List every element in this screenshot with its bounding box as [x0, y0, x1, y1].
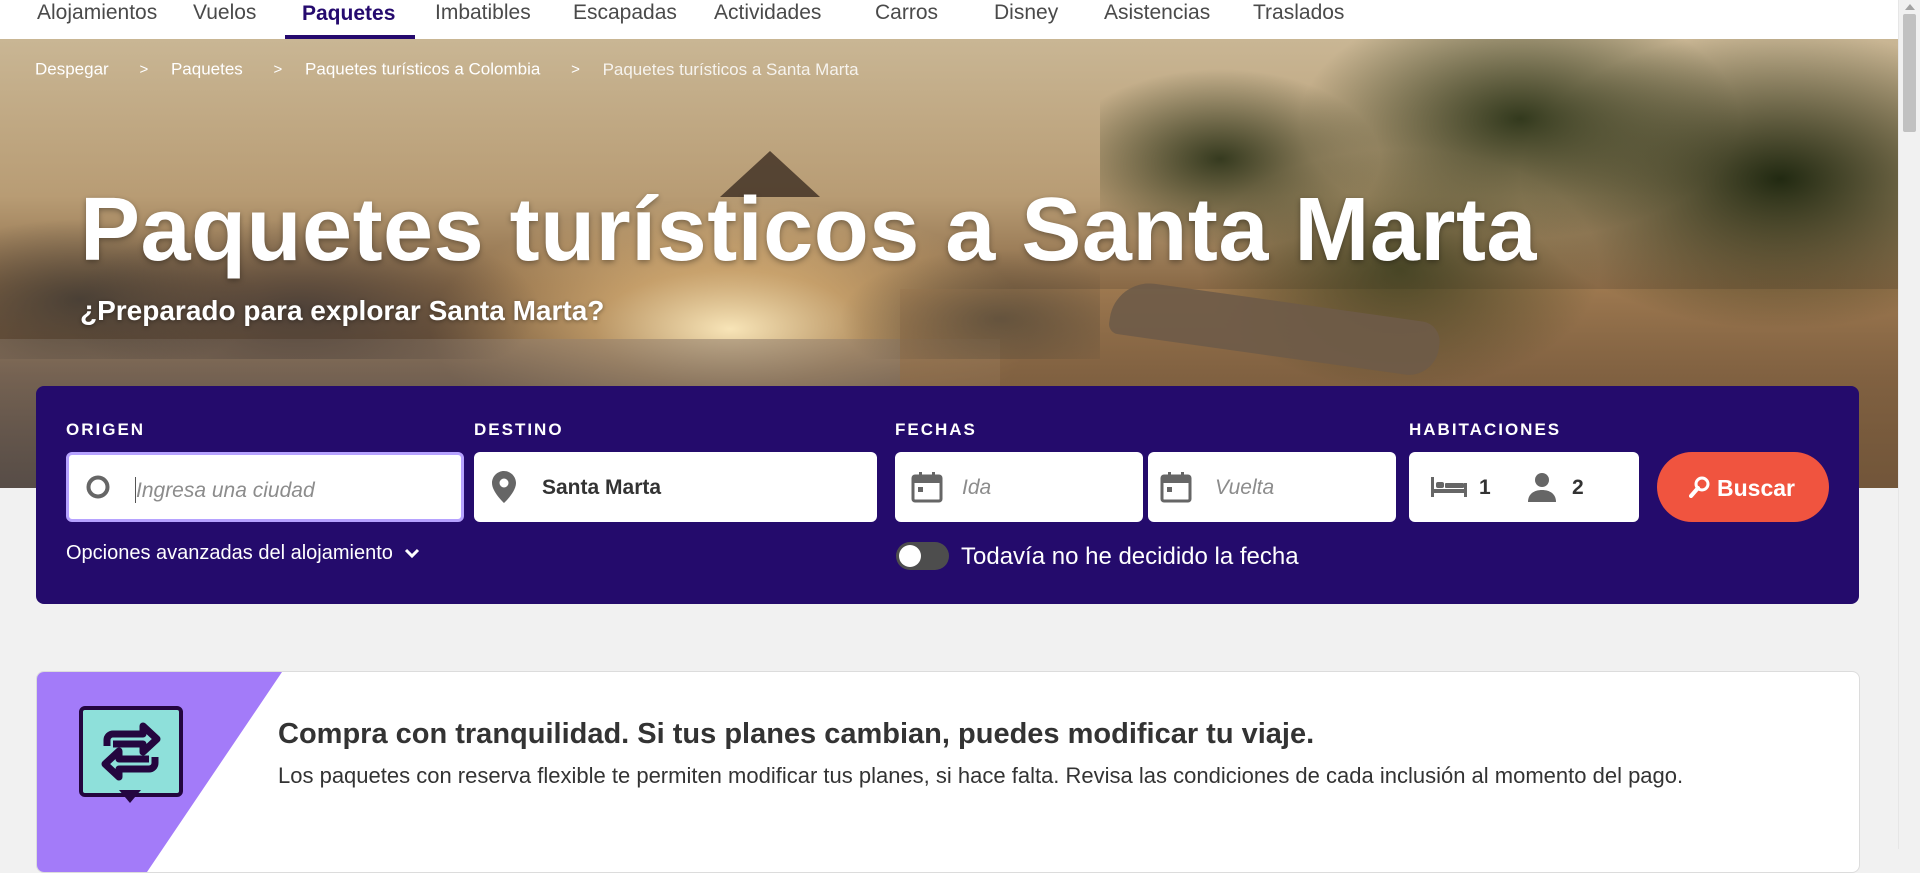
- tab-actividades[interactable]: Actividades: [714, 0, 821, 39]
- swap-arrows-icon: [101, 722, 161, 781]
- page-title: Paquetes turísticos a Santa Marta: [80, 180, 1537, 280]
- breadcrumb-item-despegar[interactable]: Despegar: [35, 60, 109, 79]
- tab-vuelos[interactable]: Vuelos: [193, 0, 256, 39]
- scroll-thumb[interactable]: [1903, 14, 1916, 132]
- tab-imbatibles[interactable]: Imbatibles: [435, 0, 531, 39]
- advanced-options-link[interactable]: Opciones avanzadas del alojamiento: [66, 542, 420, 565]
- person-icon: [1528, 473, 1556, 502]
- breadcrumb-separator-icon: >: [273, 61, 283, 79]
- card-body: Los paquetes con reserva flexible te per…: [278, 763, 1684, 788]
- toggle-knob: [899, 545, 921, 567]
- calendar-icon: [911, 472, 943, 503]
- change-plans-icon: [79, 706, 183, 797]
- tab-traslados[interactable]: Traslados: [1253, 0, 1344, 39]
- top-nav: Alojamientos Vuelos Paquetes Imbatibles …: [0, 0, 1898, 40]
- flexible-booking-card: Compra con tranquilidad. Si tus planes c…: [36, 671, 1860, 873]
- search-button-label: Buscar: [1717, 475, 1795, 501]
- rooms-count: 1: [1479, 476, 1491, 499]
- bed-icon: [1431, 477, 1467, 497]
- undecided-date-label: Todavía no he decidido la fecha: [961, 543, 1299, 570]
- breadcrumb-item-current: Paquetes turísticos a Santa Marta: [602, 59, 859, 79]
- dates-label: FECHAS: [895, 420, 977, 439]
- tab-disney[interactable]: Disney: [994, 0, 1058, 39]
- breadcrumb-item-colombia[interactable]: Paquetes turísticos a Colombia: [305, 60, 540, 79]
- tab-escapadas[interactable]: Escapadas: [573, 0, 677, 39]
- calendar-icon: [1160, 472, 1192, 503]
- tab-alojamientos[interactable]: Alojamientos: [37, 0, 157, 39]
- breadcrumb-separator-icon: >: [139, 61, 149, 79]
- guests-count: 2: [1572, 476, 1584, 499]
- origin-label: ORIGEN: [66, 420, 146, 439]
- tab-carros[interactable]: Carros: [875, 0, 938, 39]
- search-icon: [1689, 476, 1710, 498]
- undecided-date-toggle[interactable]: [896, 542, 949, 570]
- search-button[interactable]: Buscar: [1657, 452, 1829, 522]
- location-pin-icon: [492, 471, 516, 503]
- chevron-down-icon: [405, 548, 420, 558]
- return-date-field[interactable]: Vuelta: [1148, 452, 1396, 522]
- destination-field[interactable]: Santa Marta: [474, 452, 877, 522]
- rooms-label: HABITACIONES: [1409, 420, 1562, 439]
- page-scrollbar[interactable]: [1898, 0, 1920, 849]
- destination-label: DESTINO: [474, 420, 564, 439]
- origin-circle-icon: [86, 475, 110, 499]
- origin-placeholder: Ingresa una ciudad: [136, 479, 315, 502]
- return-placeholder: Vuelta: [1215, 476, 1275, 499]
- breadcrumb: Despegar > Paquetes > Paquetes turístico…: [35, 59, 859, 80]
- advanced-options-label: Opciones avanzadas del alojamiento: [66, 542, 393, 564]
- destination-value: Santa Marta: [542, 476, 662, 499]
- departure-date-field[interactable]: Ida: [895, 452, 1143, 522]
- breadcrumb-item-paquetes[interactable]: Paquetes: [171, 60, 243, 79]
- speech-bubble-tail: [119, 790, 141, 803]
- search-panel: ORIGEN Ingresa una ciudad DESTINO Santa …: [36, 386, 1859, 604]
- breadcrumb-separator-icon: >: [571, 61, 580, 79]
- page-subtitle: ¿Preparado para explorar Santa Marta?: [80, 295, 605, 326]
- origin-field[interactable]: Ingresa una ciudad: [66, 452, 464, 522]
- departure-placeholder: Ida: [962, 476, 992, 499]
- scroll-up-arrow-icon[interactable]: [1905, 4, 1915, 10]
- tab-asistencias[interactable]: Asistencias: [1104, 0, 1210, 39]
- rooms-guests-field[interactable]: 1 2: [1409, 452, 1639, 522]
- card-headline: Compra con tranquilidad. Si tus planes c…: [278, 718, 1315, 750]
